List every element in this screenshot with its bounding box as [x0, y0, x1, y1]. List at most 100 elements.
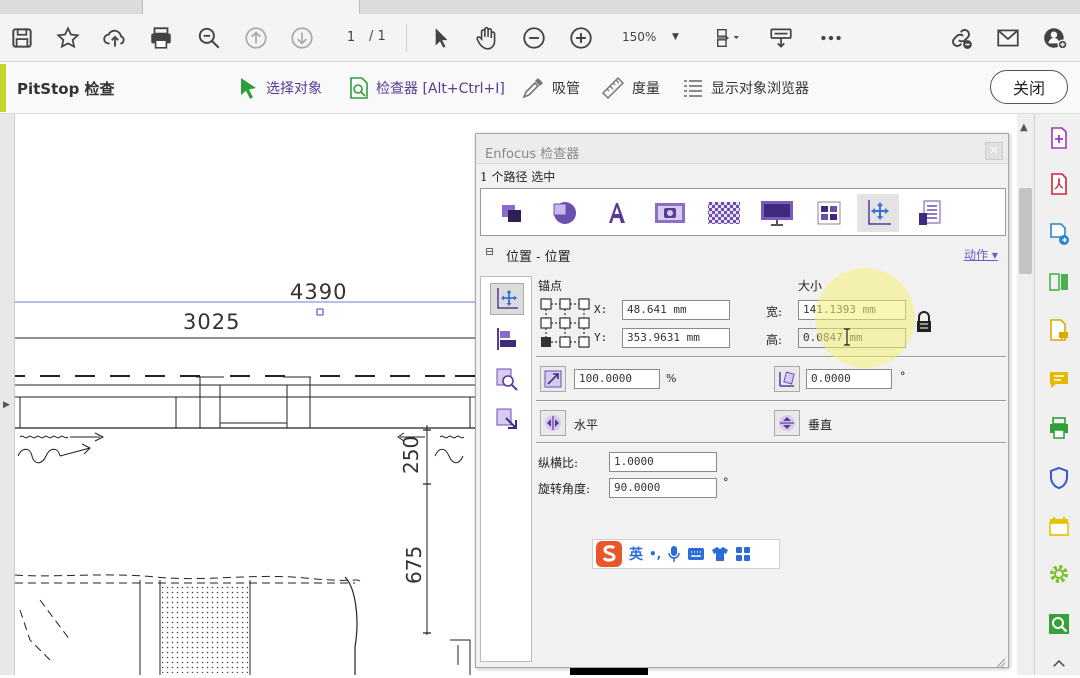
left-nav-strip[interactable]: ▶: [0, 114, 15, 675]
rotation-angle-field[interactable]: 90.0000: [609, 478, 717, 498]
zoom-out-icon[interactable]: [193, 22, 225, 54]
calendar-icon[interactable]: [1045, 512, 1073, 540]
inspector-button[interactable]: 检查器 [Alt+Ctrl+I]: [348, 76, 505, 100]
inspector-title[interactable]: Enfocus 检查器: [476, 134, 1008, 164]
star-icon[interactable]: [52, 22, 84, 54]
scroll-up-icon[interactable]: ▲: [1020, 122, 1028, 133]
flip-vertical-label: 垂直: [808, 418, 833, 432]
skin-shirt-icon[interactable]: [711, 546, 729, 562]
rotate-unit: °: [900, 370, 906, 383]
dimension-4390: 4390: [290, 280, 348, 304]
hand-icon[interactable]: [471, 22, 503, 54]
arrow-select-icon: [241, 78, 256, 99]
grid-layout-icon[interactable]: [808, 194, 850, 232]
actions-menu[interactable]: 动作 ▾: [964, 246, 998, 263]
document-properties-icon[interactable]: [909, 194, 951, 232]
rotate-icon[interactable]: [774, 366, 800, 392]
scale-field[interactable]: 100.0000: [574, 369, 660, 389]
selection-status: 1 个路径 选中: [480, 170, 556, 184]
ime-toolbar: 英 •,: [592, 539, 780, 569]
close-button[interactable]: 关闭: [990, 70, 1068, 104]
page-up-icon[interactable]: [240, 22, 272, 54]
image-icon[interactable]: [649, 194, 691, 232]
transparency-icon[interactable]: [703, 194, 745, 232]
section-title: 位置 - 位置: [506, 250, 571, 265]
export-pdf-icon[interactable]: [1045, 170, 1073, 198]
eyedropper-icon: [522, 78, 543, 99]
scale-icon[interactable]: [540, 366, 566, 392]
ruler-icon: [601, 76, 625, 100]
select-object-button[interactable]: 选择对象: [238, 76, 322, 100]
microphone-icon[interactable]: [667, 545, 681, 563]
inspector-label: 检查器 [Alt+Ctrl+I]: [376, 81, 505, 97]
zoom-object-icon[interactable]: [490, 363, 524, 395]
page-number-input[interactable]: 1: [336, 24, 366, 50]
expand-arrow-icon[interactable]: ▶: [3, 400, 10, 410]
scroll-thumb[interactable]: [1019, 188, 1032, 274]
position-category-icon[interactable]: [857, 194, 899, 232]
position-properties: 锚点 大小 X: 48.641 mm Y: 353.9631 mm 宽: 141…: [536, 276, 1006, 662]
edit-pdf-icon[interactable]: [1045, 220, 1073, 248]
divider: [536, 356, 1006, 358]
x-position-field[interactable]: 48.641 mm: [622, 300, 730, 320]
align-tool-icon[interactable]: [490, 323, 524, 355]
eyedropper-button[interactable]: 吸管: [520, 76, 580, 100]
tab-document[interactable]: [142, 0, 360, 14]
dimension-250-text: 250: [399, 435, 423, 474]
save-icon[interactable]: [6, 22, 38, 54]
comment-icon[interactable]: [1045, 366, 1073, 394]
text-icon[interactable]: [596, 194, 638, 232]
monitor-icon[interactable]: [756, 194, 798, 232]
y-position-field[interactable]: 353.9631 mm: [622, 328, 730, 348]
main-toolbar: 1 / 1 150% ▼: [0, 14, 1080, 62]
more-icon[interactable]: [815, 22, 847, 54]
zoom-select[interactable]: 150% ▼: [612, 24, 692, 50]
search-icon[interactable]: [1045, 610, 1073, 638]
organize-pages-icon[interactable]: [1045, 268, 1073, 296]
chevron-up-icon[interactable]: [1045, 650, 1073, 678]
scroll-mode-icon[interactable]: [765, 22, 797, 54]
anchor-point-grid[interactable]: [538, 296, 592, 350]
ime-language[interactable]: 英: [629, 544, 643, 564]
create-pdf-icon[interactable]: [1045, 124, 1073, 152]
zoom-out-circle-icon[interactable]: [518, 22, 550, 54]
cursor-icon[interactable]: [424, 22, 456, 54]
ime-punctuation[interactable]: •,: [649, 547, 661, 561]
collapse-icon[interactable]: ⊟: [485, 245, 494, 258]
flip-horizontal-icon[interactable]: [540, 410, 566, 436]
gear-icon[interactable]: [1045, 560, 1073, 588]
mail-icon[interactable]: [992, 22, 1024, 54]
object-category-icon[interactable]: [491, 194, 533, 232]
measure-button[interactable]: 度量: [600, 76, 660, 100]
page-down-icon[interactable]: [286, 22, 318, 54]
close-icon[interactable]: ✕: [985, 142, 1003, 160]
toolbox-grid-icon[interactable]: [735, 546, 751, 562]
keyboard-icon[interactable]: [687, 547, 705, 561]
fit-page-icon[interactable]: [708, 22, 746, 54]
share-link-icon[interactable]: [945, 22, 977, 54]
rotate-field[interactable]: 0.0000: [806, 369, 892, 389]
section-header: ⊟ 位置 - 位置 动作 ▾: [480, 240, 1006, 266]
print-production-icon[interactable]: [1045, 414, 1073, 442]
object-browser-button[interactable]: 显示对象浏览器: [681, 76, 809, 100]
comment-file-icon[interactable]: [1045, 316, 1073, 344]
cloud-upload-icon[interactable]: [99, 22, 131, 54]
add-user-icon[interactable]: [1039, 22, 1071, 54]
divider: [536, 400, 1006, 402]
height-label: 高:: [766, 333, 783, 347]
zoom-in-circle-icon[interactable]: [565, 22, 597, 54]
fill-stroke-icon[interactable]: [543, 194, 585, 232]
resize-grip-icon[interactable]: [994, 656, 1006, 668]
move-tool-icon[interactable]: [490, 283, 524, 315]
scale-unit: %: [666, 372, 677, 385]
x-label: X:: [594, 303, 608, 316]
dimension-675-text: 675: [402, 545, 426, 584]
sogou-logo-icon[interactable]: [595, 540, 623, 568]
print-icon[interactable]: [145, 22, 177, 54]
flip-vertical-icon[interactable]: [774, 410, 800, 436]
crop-tool-icon[interactable]: [490, 403, 524, 435]
aspect-ratio-field[interactable]: 1.0000: [609, 452, 717, 472]
protect-shield-icon[interactable]: [1045, 464, 1073, 492]
select-object-label: 选择对象: [266, 81, 322, 97]
lock-icon[interactable]: [914, 310, 934, 334]
